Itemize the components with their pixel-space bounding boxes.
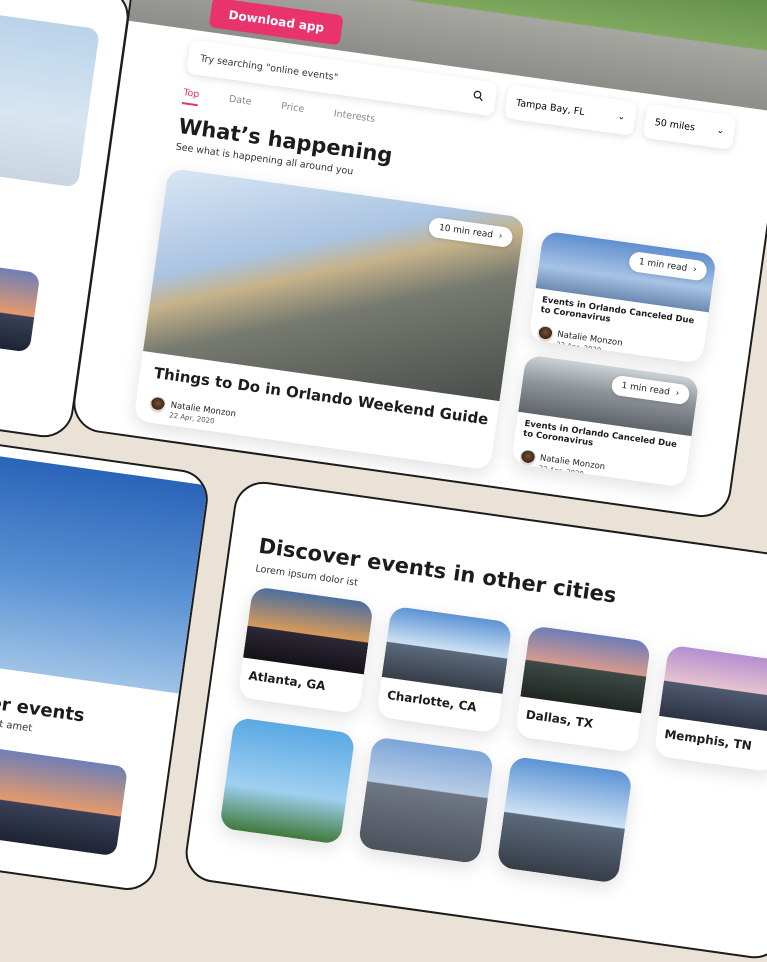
city-card[interactable]	[219, 716, 356, 845]
radius-select[interactable]: 50 miles ⌄	[642, 103, 737, 150]
featured-article-author: Natalie Monzon 22 Apr, 2020	[148, 390, 238, 429]
download-app-label: Download app	[227, 7, 326, 35]
chevron-down-icon: ⌄	[616, 111, 626, 123]
article-card[interactable]: 1 min read › Events in Orlando Canceled …	[510, 354, 700, 488]
chevron-down-icon: ⌄	[716, 125, 725, 137]
bottom-left-screen: over events dolor ist amet	[0, 440, 212, 894]
main-screen: Download app Try searching "online event…	[69, 0, 767, 521]
search-icon[interactable]	[472, 89, 485, 104]
chevron-right-icon: ›	[498, 231, 504, 242]
read-time-label: 1 min read	[638, 257, 688, 274]
city-photo	[0, 743, 129, 857]
featured-article-photo	[143, 167, 526, 402]
discover-screen: Discover events in other cities Lorem ip…	[181, 478, 767, 962]
castle-photo	[0, 452, 208, 694]
city-photo	[658, 644, 767, 733]
tab-price[interactable]: Price	[280, 101, 304, 121]
city-photo	[0, 258, 41, 353]
chevron-right-icon: ›	[674, 388, 680, 399]
tab-date[interactable]: Date	[227, 94, 252, 114]
location-select[interactable]: Tampa Bay, FL ⌄	[503, 84, 638, 137]
city-name: Memphis, TN	[663, 726, 753, 754]
city-card[interactable]: Atlanta, GA	[237, 586, 374, 715]
author-avatar	[148, 395, 167, 414]
radius-value: 50 miles	[654, 116, 696, 134]
location-value: Tampa Bay, FL	[515, 97, 586, 118]
author-avatar	[518, 448, 538, 467]
city-photo	[496, 755, 633, 884]
city-name: Charlotte, CA	[386, 687, 478, 715]
city-card[interactable]: Dallas, TX	[514, 625, 652, 754]
read-time-label: 10 min read	[438, 223, 494, 241]
city-photo	[243, 586, 374, 675]
featured-article-card[interactable]: 10 min read › Things to Do in Orlando We…	[133, 167, 526, 471]
city-card[interactable]	[496, 755, 633, 884]
city-card[interactable]	[357, 736, 495, 865]
chevron-right-icon: ›	[692, 264, 698, 276]
city-photo	[357, 736, 495, 865]
city-card[interactable]: Charlotte, CA	[376, 605, 513, 734]
city-card[interactable]: Memphis, TN	[653, 644, 767, 773]
read-time-label: 1 min read	[620, 380, 671, 398]
jumping-person-photo	[0, 13, 100, 188]
city-photo	[381, 605, 513, 694]
author-avatar	[536, 324, 555, 343]
tab-interests[interactable]: Interests	[332, 108, 376, 131]
article-card[interactable]: 1 min read › Events in Orlando Canceled …	[528, 230, 717, 364]
tab-top[interactable]: Top	[181, 87, 201, 107]
city-name: Atlanta, GA	[247, 668, 327, 694]
city-photo	[520, 625, 652, 714]
city-name: Dallas, TX	[524, 707, 594, 731]
city-photo	[219, 716, 356, 845]
